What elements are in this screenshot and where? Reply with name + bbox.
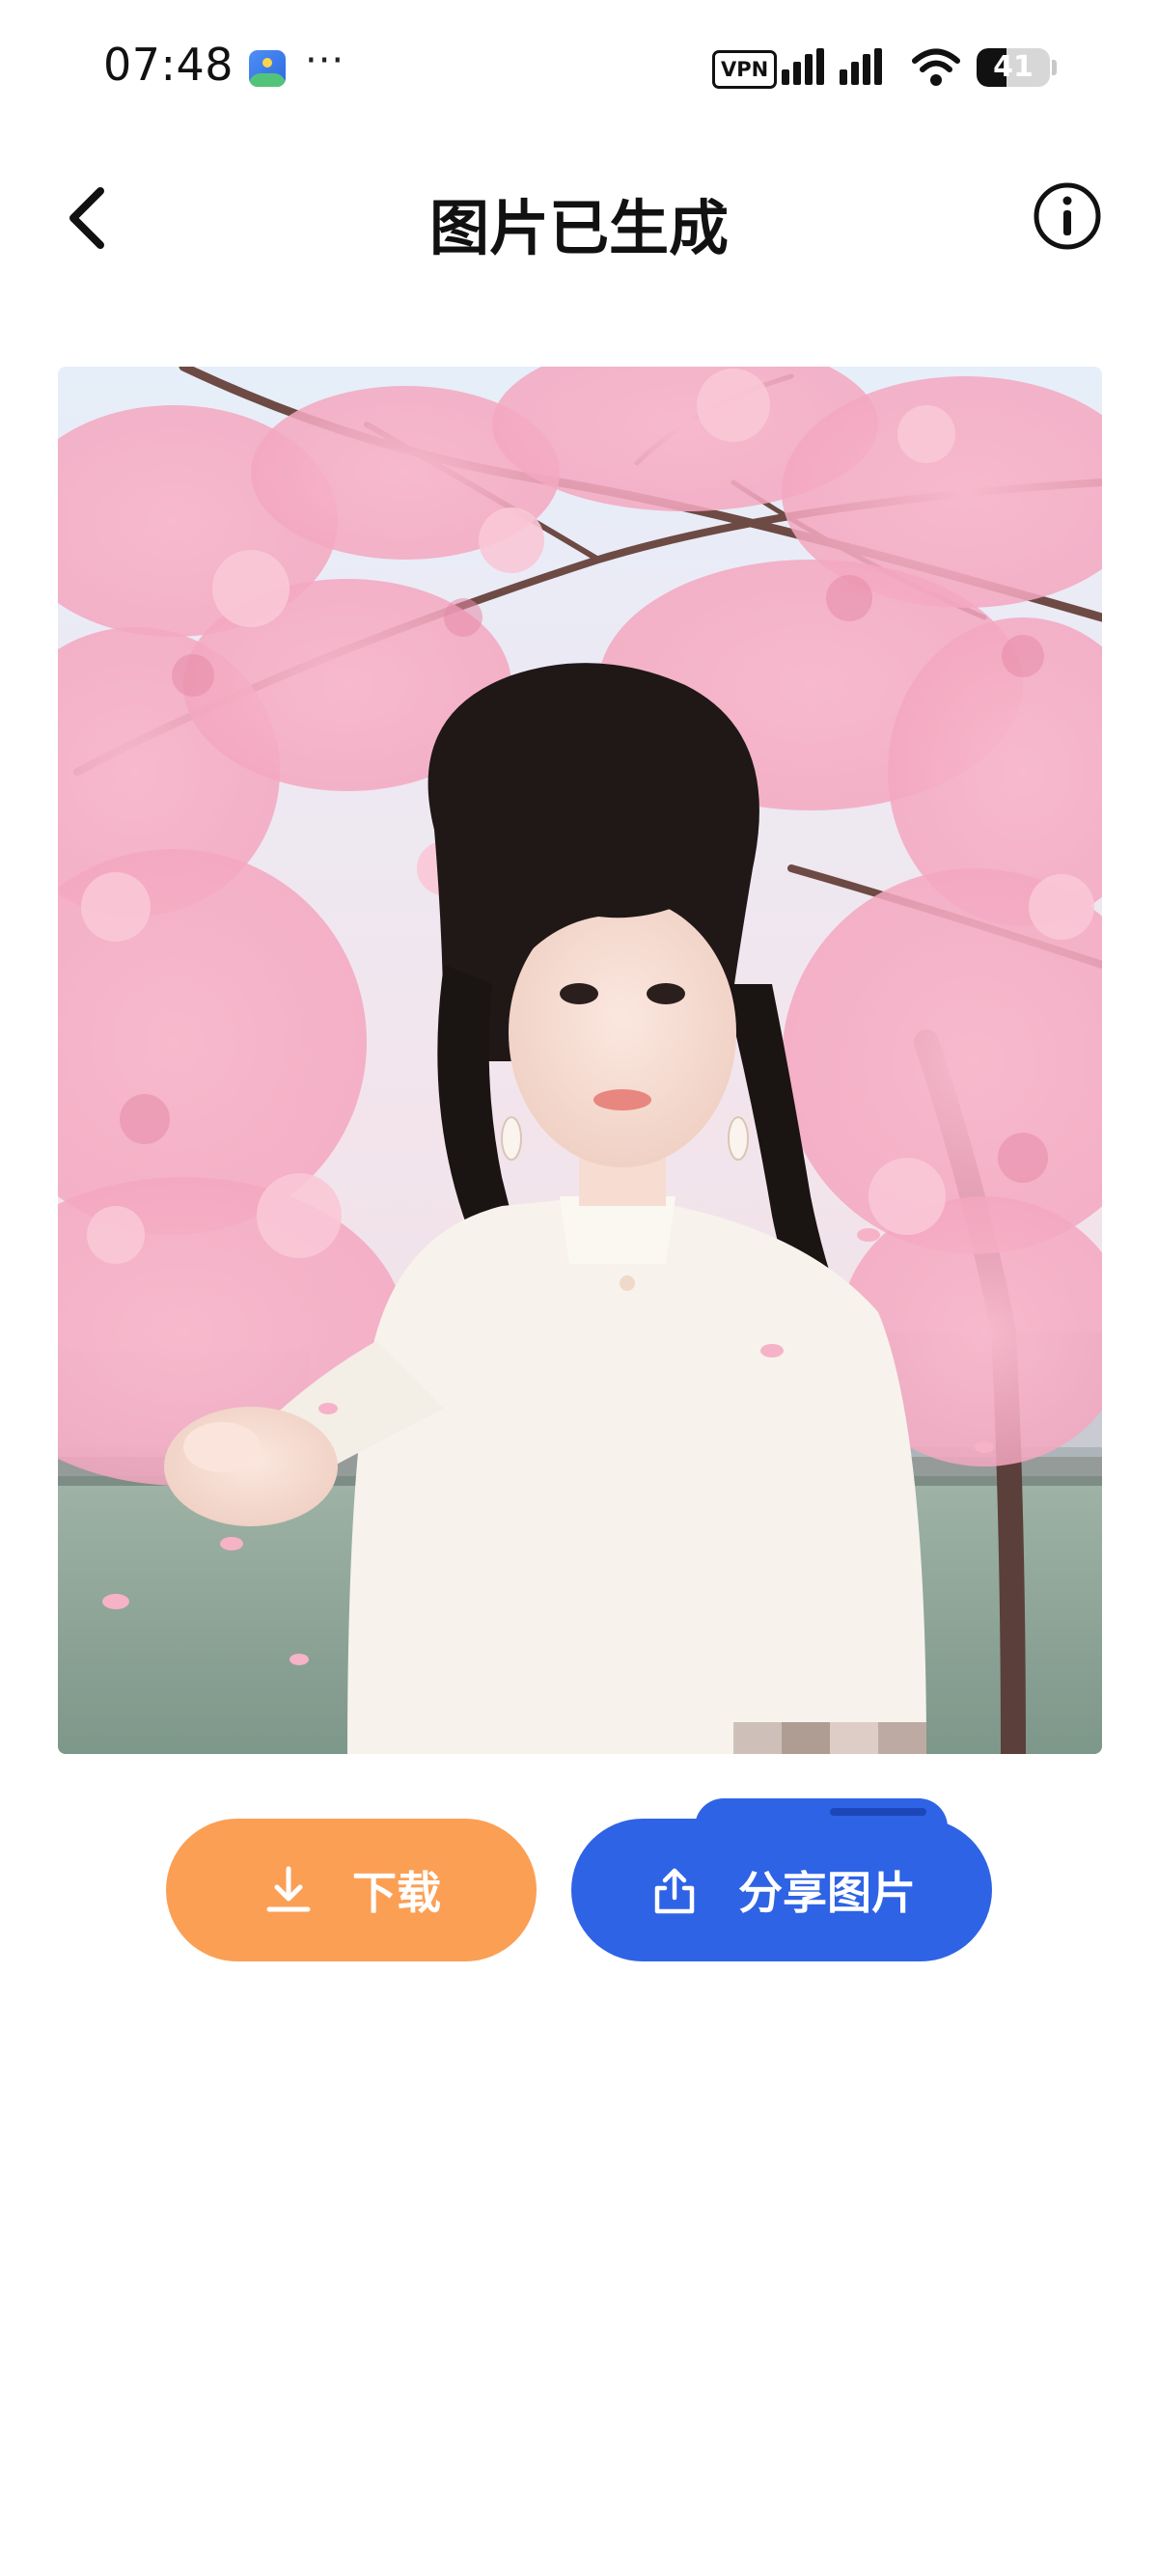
battery-icon: 41 bbox=[977, 48, 1050, 87]
page-title: 图片已生成 bbox=[428, 193, 729, 263]
share-tab-mark bbox=[830, 1808, 926, 1816]
download-label: 下载 bbox=[352, 1867, 441, 1919]
signal-icon bbox=[782, 48, 882, 85]
wifi-icon bbox=[912, 48, 960, 86]
header: 图片已生成 bbox=[0, 145, 1158, 289]
battery-level: 41 bbox=[993, 50, 1034, 84]
download-button[interactable]: 下载 bbox=[166, 1819, 537, 1961]
app-notification-icon bbox=[249, 50, 286, 87]
download-icon bbox=[266, 1866, 311, 1912]
status-more-indicator: ··· bbox=[305, 39, 345, 83]
vpn-badge: VPN bbox=[712, 50, 778, 89]
battery-tip bbox=[1052, 60, 1057, 75]
generated-image[interactable] bbox=[58, 367, 1102, 1754]
share-icon bbox=[654, 1868, 695, 1914]
share-button[interactable]: 分享图片 bbox=[571, 1819, 992, 1961]
share-label: 分享图片 bbox=[738, 1867, 916, 1919]
info-circle-icon[interactable] bbox=[1031, 179, 1104, 253]
status-time: 07:48 bbox=[103, 39, 234, 91]
chevron-left-icon[interactable] bbox=[54, 179, 122, 257]
status-bar: 07:48 ··· VPN 41 bbox=[0, 0, 1158, 135]
generated-portrait-picture bbox=[58, 367, 1102, 1754]
